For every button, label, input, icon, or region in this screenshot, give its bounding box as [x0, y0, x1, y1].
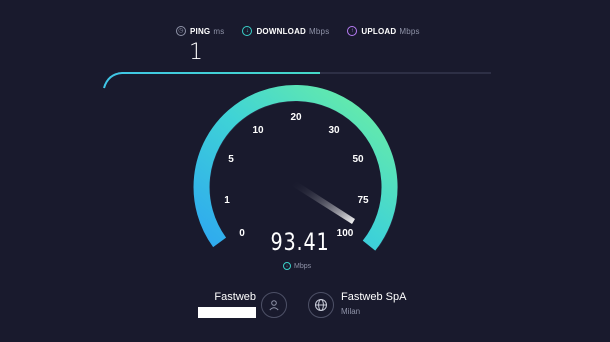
change-isp-button[interactable] — [261, 292, 287, 318]
server-city: Milan — [341, 307, 361, 316]
tick-label-1: 1 — [224, 195, 230, 206]
speedtest-screen: ◷ PING ms ↓ DOWNLOAD Mbps ↑ UPLOAD Mbps … — [0, 0, 610, 342]
isp-name: Fastweb — [214, 291, 256, 303]
speed-gauge: 0 1 5 10 20 30 50 75 100 — [103, 72, 491, 251]
speed-unit-label: Mbps — [294, 262, 312, 270]
change-server-button[interactable] — [308, 292, 334, 318]
tick-label-10: 10 — [252, 125, 264, 136]
gauge-needle — [292, 181, 355, 224]
tick-label-20: 20 — [290, 112, 302, 123]
user-icon — [269, 300, 279, 311]
speed-value: 93.41 — [270, 228, 330, 256]
tick-label-30: 30 — [328, 125, 340, 136]
isp-ip-redacted — [198, 307, 256, 318]
globe-icon — [315, 299, 327, 311]
speed-unit: ↓ Mbps — [283, 262, 311, 270]
tick-label-50: 50 — [352, 154, 364, 165]
tick-label-75: 75 — [357, 195, 369, 206]
server-name[interactable]: Fastweb SpA — [341, 291, 406, 303]
download-arrow-icon: ↓ — [283, 262, 291, 270]
tick-label-5: 5 — [228, 154, 234, 165]
